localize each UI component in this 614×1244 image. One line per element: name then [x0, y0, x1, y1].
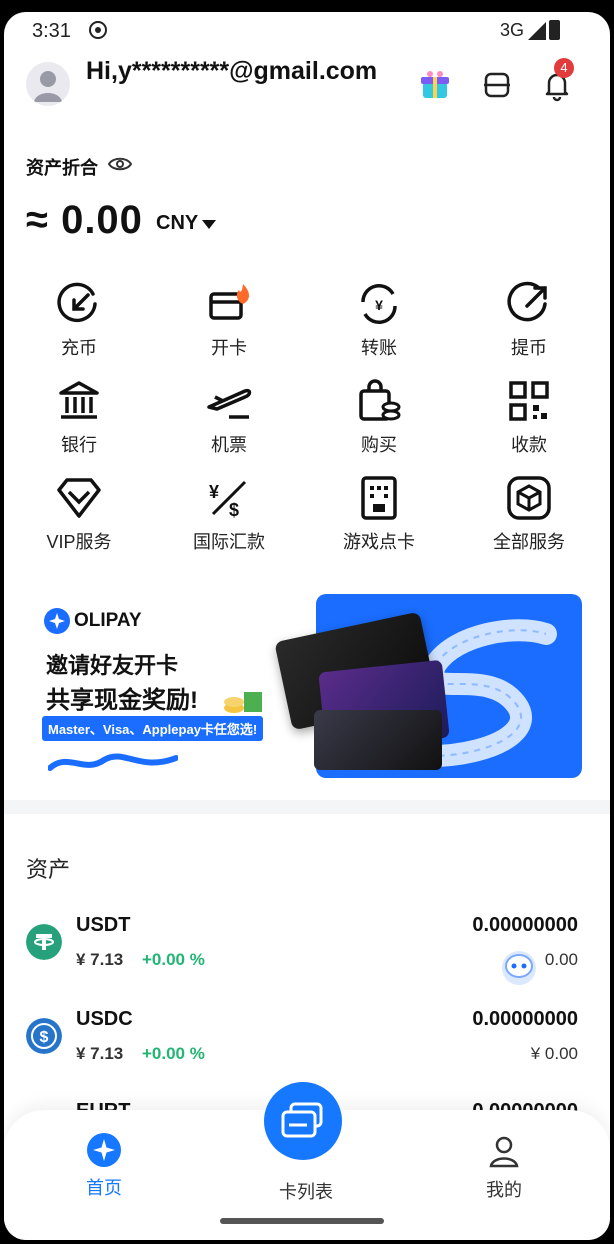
action-open-card[interactable]: 开卡 [154, 280, 304, 370]
olipay-logo-icon [44, 608, 70, 634]
action-game-card[interactable]: 游戏点卡 [304, 474, 454, 564]
asset-value: 0.00 [544, 950, 578, 969]
banner-headline-2: 共享现金奖励! [46, 687, 198, 714]
usdt-icon [26, 924, 62, 960]
all-services-icon [507, 476, 551, 520]
buy-icon [359, 379, 401, 421]
action-transfer[interactable]: ¥ 转账 [304, 280, 454, 370]
svg-text:$: $ [229, 500, 239, 520]
nav-mine-label: 我的 [486, 1180, 522, 1200]
svg-text:¥: ¥ [375, 297, 383, 313]
action-vip[interactable]: VIP服务 [4, 474, 154, 564]
support-assistant-icon[interactable] [498, 946, 540, 988]
game-card-icon [361, 476, 397, 520]
action-label: 机票 [211, 435, 247, 455]
action-deposit[interactable]: 充币 [4, 280, 154, 370]
cards-icon [281, 1102, 323, 1138]
eye-icon[interactable] [108, 154, 132, 174]
action-receive[interactable]: 收款 [454, 377, 604, 467]
action-label: VIP服务 [46, 532, 112, 552]
action-withdraw[interactable]: 提币 [454, 280, 604, 370]
asset-amount: 0.00000000 [472, 914, 578, 936]
vip-icon [57, 478, 101, 518]
action-label: 游戏点卡 [343, 532, 415, 552]
signal-icon [528, 22, 546, 40]
transfer-icon: ¥ [361, 284, 397, 324]
svg-text:¥: ¥ [209, 482, 219, 502]
asset-price: ¥ 7.13 [76, 950, 124, 969]
nav-home[interactable]: 首页 [78, 1132, 130, 1200]
open-card-icon [209, 284, 249, 320]
asset-change: +0.00 % [142, 950, 205, 969]
deposit-icon [57, 282, 97, 323]
action-label: 转账 [361, 338, 397, 358]
asset-amount: 0.00000000 [472, 1008, 578, 1030]
qr-receive-icon [509, 381, 549, 421]
nav-mine[interactable]: 我的 [478, 1134, 530, 1202]
action-remittance[interactable]: ¥ $ 国际汇款 [154, 474, 304, 564]
status-bar: 3:31 3G [4, 12, 610, 50]
action-label: 开卡 [211, 338, 247, 358]
action-buy[interactable]: 购买 [304, 377, 454, 467]
banner-card-types: Master、Visa、Applepay卡任您选! [42, 716, 264, 741]
card-image-dark [314, 710, 442, 770]
chevron-down-icon[interactable] [202, 220, 216, 229]
asset-value: ¥ 0.00 [530, 1044, 578, 1063]
scan-icon[interactable] [480, 68, 514, 102]
promo-banner[interactable]: OLIPAY 邀请好友开卡 共享现金奖励! Master、Visa、Applep… [26, 594, 582, 778]
notification-badge: 4 [554, 58, 574, 78]
asset-symbol: USDT [76, 914, 131, 936]
svg-text:$: $ [40, 1029, 49, 1046]
banner-brand: OLIPAY [74, 610, 142, 631]
action-label: 提币 [511, 338, 547, 358]
nav-cards-label[interactable]: 卡列表 [266, 1178, 346, 1204]
action-label: 收款 [511, 435, 547, 455]
action-flight[interactable]: 机票 [154, 377, 304, 467]
gesture-home-bar[interactable] [220, 1218, 384, 1224]
action-label: 银行 [61, 435, 97, 455]
action-all-services[interactable]: 全部服务 [454, 474, 604, 564]
user-greeting: Hi,y**********@gmail.com [86, 57, 378, 85]
assets-title: 资产 [26, 857, 71, 882]
nav-home-label: 首页 [86, 1178, 122, 1198]
balance-label: 资产折合 [26, 158, 98, 178]
asset-price: ¥ 7.13 [76, 1044, 124, 1063]
action-label: 国际汇款 [193, 532, 265, 552]
banner-headline-1: 邀请好友开卡 [46, 653, 179, 678]
usdc-icon: $ [26, 1018, 62, 1054]
user-icon [489, 1136, 519, 1168]
network-type: 3G [499, 20, 524, 40]
withdraw-icon [507, 281, 547, 322]
balance-amount: ≈ 0.00 [26, 198, 143, 242]
bank-icon [59, 381, 99, 419]
home-star-icon [87, 1133, 121, 1167]
flight-icon [207, 388, 252, 419]
action-label: 全部服务 [493, 532, 565, 552]
gift-icon[interactable] [418, 68, 452, 102]
app-screen: 3:31 3G Hi,y**********@gmail.com 4 资产折合 [4, 12, 610, 1240]
remittance-icon: ¥$ [209, 480, 247, 520]
section-divider [4, 800, 610, 814]
coins-icon [224, 692, 262, 713]
asset-symbol: USDC [76, 1008, 133, 1030]
action-bank[interactable]: 银行 [4, 377, 154, 467]
status-time: 3:31 [32, 20, 71, 42]
card-list-button[interactable] [264, 1082, 342, 1160]
avatar[interactable] [26, 62, 70, 106]
action-label: 充币 [61, 338, 97, 358]
asset-change: +0.00 % [142, 1044, 205, 1063]
action-label: 购买 [361, 435, 397, 455]
currency-selector[interactable]: CNY [156, 212, 198, 235]
android-settings-icon [89, 21, 107, 39]
dragon-illustration [48, 753, 178, 771]
battery-icon [549, 20, 560, 40]
